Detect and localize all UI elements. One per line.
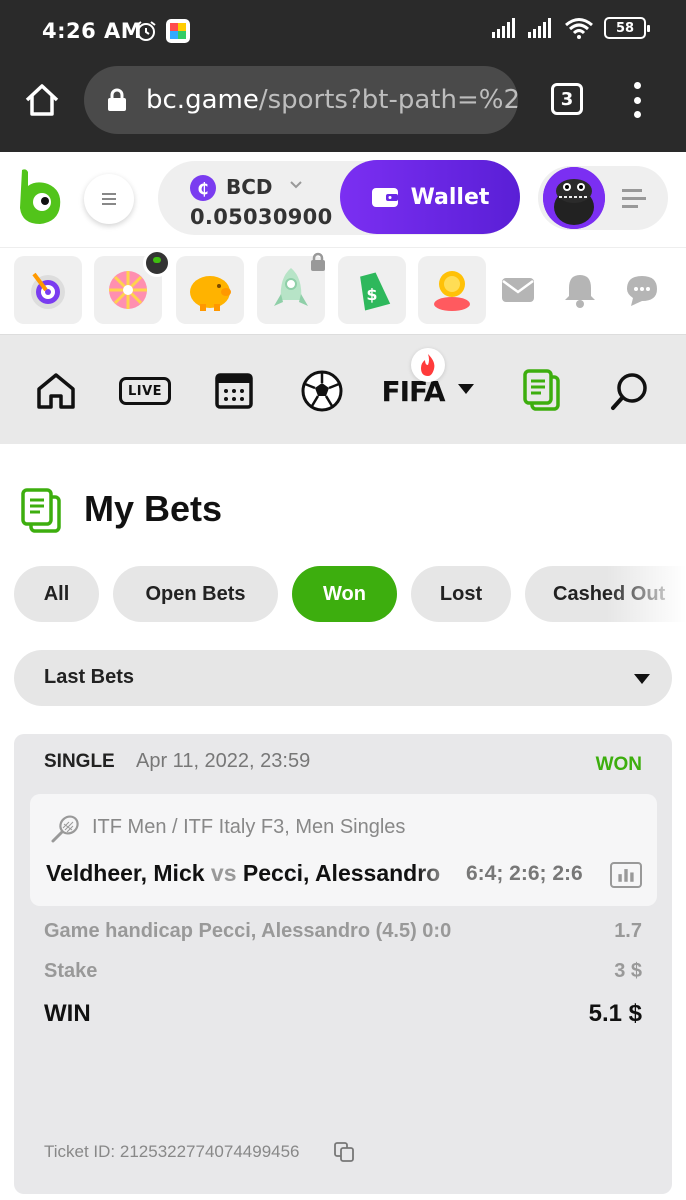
chat-icon[interactable]: [622, 270, 662, 310]
caret-down-icon: [634, 674, 650, 684]
bet-type: SINGLE: [44, 751, 115, 772]
coin-tile[interactable]: [418, 256, 486, 324]
url-text: bc.game/sports?bt-path=%2I: [146, 85, 518, 115]
sports-nav: LIVE FIFA: [0, 334, 686, 444]
dollar-tag-icon: $: [360, 272, 391, 311]
select-value: Last Bets: [44, 666, 135, 688]
vs-label: vs: [210, 860, 237, 886]
bell-icon[interactable]: [560, 270, 600, 310]
piggy-bank-icon: [190, 276, 231, 311]
bet-slip-icon: [523, 369, 560, 411]
stake-label: Stake: [44, 960, 98, 982]
wallet-button[interactable]: Wallet: [340, 160, 520, 234]
bet-date: Apr 11, 2022, 23:59: [136, 750, 311, 772]
bcd-coin-icon: ₵: [190, 175, 216, 201]
home-team: Veldheer, Mick: [46, 860, 205, 886]
coin-icon: [434, 271, 470, 311]
away-team: Pecci, Alessandro: [242, 860, 441, 886]
page-title: My Bets: [84, 488, 223, 529]
overflow-menu-icon[interactable]: [630, 82, 644, 118]
match-score: 6:4; 2:6; 2:6: [466, 862, 583, 885]
bet-card[interactable]: SINGLE Apr 11, 2022, 23:59 WON ITF Men /…: [14, 734, 672, 1194]
hamburger-icon: [102, 193, 116, 205]
nav-live[interactable]: LIVE: [118, 371, 172, 411]
win-label: WIN: [44, 1000, 91, 1027]
nav-home[interactable]: [34, 371, 78, 411]
odds-value: 1.7: [614, 920, 642, 942]
nav-my-bets[interactable]: [520, 369, 564, 411]
league-name: ITF Men / ITF Italy F3, Men Singles: [92, 816, 406, 838]
stats-chart-icon[interactable]: [610, 862, 642, 888]
filter-open-bets[interactable]: Open Bets: [113, 566, 278, 622]
list-menu-icon[interactable]: [622, 188, 646, 208]
menu-button[interactable]: [84, 174, 134, 224]
target-icon: [31, 272, 65, 309]
profile-pill[interactable]: [538, 166, 668, 230]
calendar-icon: [215, 373, 253, 409]
bets-period-select[interactable]: Last Bets: [14, 650, 672, 706]
avatar[interactable]: [543, 167, 605, 229]
live-badge: LIVE: [119, 377, 171, 405]
price-tag-tile[interactable]: $: [338, 256, 406, 324]
wifi-icon: [565, 18, 593, 39]
scroll-fade: [606, 566, 686, 622]
copy-icon[interactable]: [334, 1142, 354, 1162]
nav-search[interactable]: [608, 371, 652, 411]
filter-won[interactable]: Won: [292, 566, 397, 622]
soccer-ball-icon: [301, 370, 343, 412]
wheel-icon: [109, 271, 147, 309]
lock-icon: [108, 88, 126, 111]
browser-toolbar: bc.game/sports?bt-path=%2I 3: [0, 62, 686, 152]
tab-switcher-button[interactable]: 3: [551, 83, 583, 115]
chevron-down-icon: [290, 181, 302, 189]
alarm-icon: [136, 21, 156, 41]
bet-filter-tabs: All Open Bets Won Lost Cashed Out: [14, 566, 686, 622]
filter-all[interactable]: All: [14, 566, 99, 622]
status-time: 4:26 AM: [42, 19, 143, 43]
status-bar: 4:26 AM 58: [0, 0, 686, 62]
home-icon: [37, 373, 75, 409]
svg-text:$: $: [366, 285, 377, 304]
ticket-id: Ticket ID: 2125322774074499456: [44, 1142, 300, 1161]
status-right-icons: 58: [492, 17, 650, 39]
filter-lost[interactable]: Lost: [411, 566, 511, 622]
spin-target-tile[interactable]: [14, 256, 82, 324]
fire-icon: [411, 348, 445, 382]
piggy-bank-tile[interactable]: [176, 256, 244, 324]
market-name: Game handicap Pecci, Alessandro (4.5) 0:…: [44, 920, 452, 942]
notification-badge: [143, 249, 171, 277]
battery-icon: 58: [604, 17, 650, 39]
nav-soccer[interactable]: [300, 370, 344, 412]
search-icon: [611, 373, 647, 410]
signal-icon: [492, 18, 515, 38]
text-fade: [416, 856, 464, 892]
lock-icon: [311, 252, 325, 271]
bet-slip-icon: [21, 488, 61, 533]
wallet-icon: [371, 188, 398, 207]
rocket-icon: [274, 268, 308, 306]
signal-icon: [528, 18, 551, 38]
event-details[interactable]: ITF Men / ITF Italy F3, Men Singles Veld…: [30, 794, 657, 906]
home-icon[interactable]: [22, 80, 62, 120]
mail-icon[interactable]: [498, 270, 538, 310]
app-icon: [166, 19, 190, 43]
status-badge: WON: [595, 754, 642, 775]
match-teams: Veldheer, Mick vs Pecci, Alessandro: [46, 860, 458, 887]
balance-amount: 0.05030900: [190, 205, 333, 229]
promo-icon-row: $: [0, 248, 686, 334]
more-sports-caret-icon[interactable]: [458, 384, 474, 394]
wallet-label: Wallet: [410, 184, 490, 210]
currency-label: BCD: [226, 175, 273, 199]
stake-value: 3 $: [614, 960, 642, 982]
nav-calendar[interactable]: [212, 371, 256, 411]
bc-game-logo[interactable]: [16, 168, 64, 226]
tennis-racket-icon: [51, 815, 79, 843]
win-amount: 5.1 $: [588, 1000, 642, 1027]
url-bar[interactable]: bc.game/sports?bt-path=%2I: [84, 66, 518, 134]
